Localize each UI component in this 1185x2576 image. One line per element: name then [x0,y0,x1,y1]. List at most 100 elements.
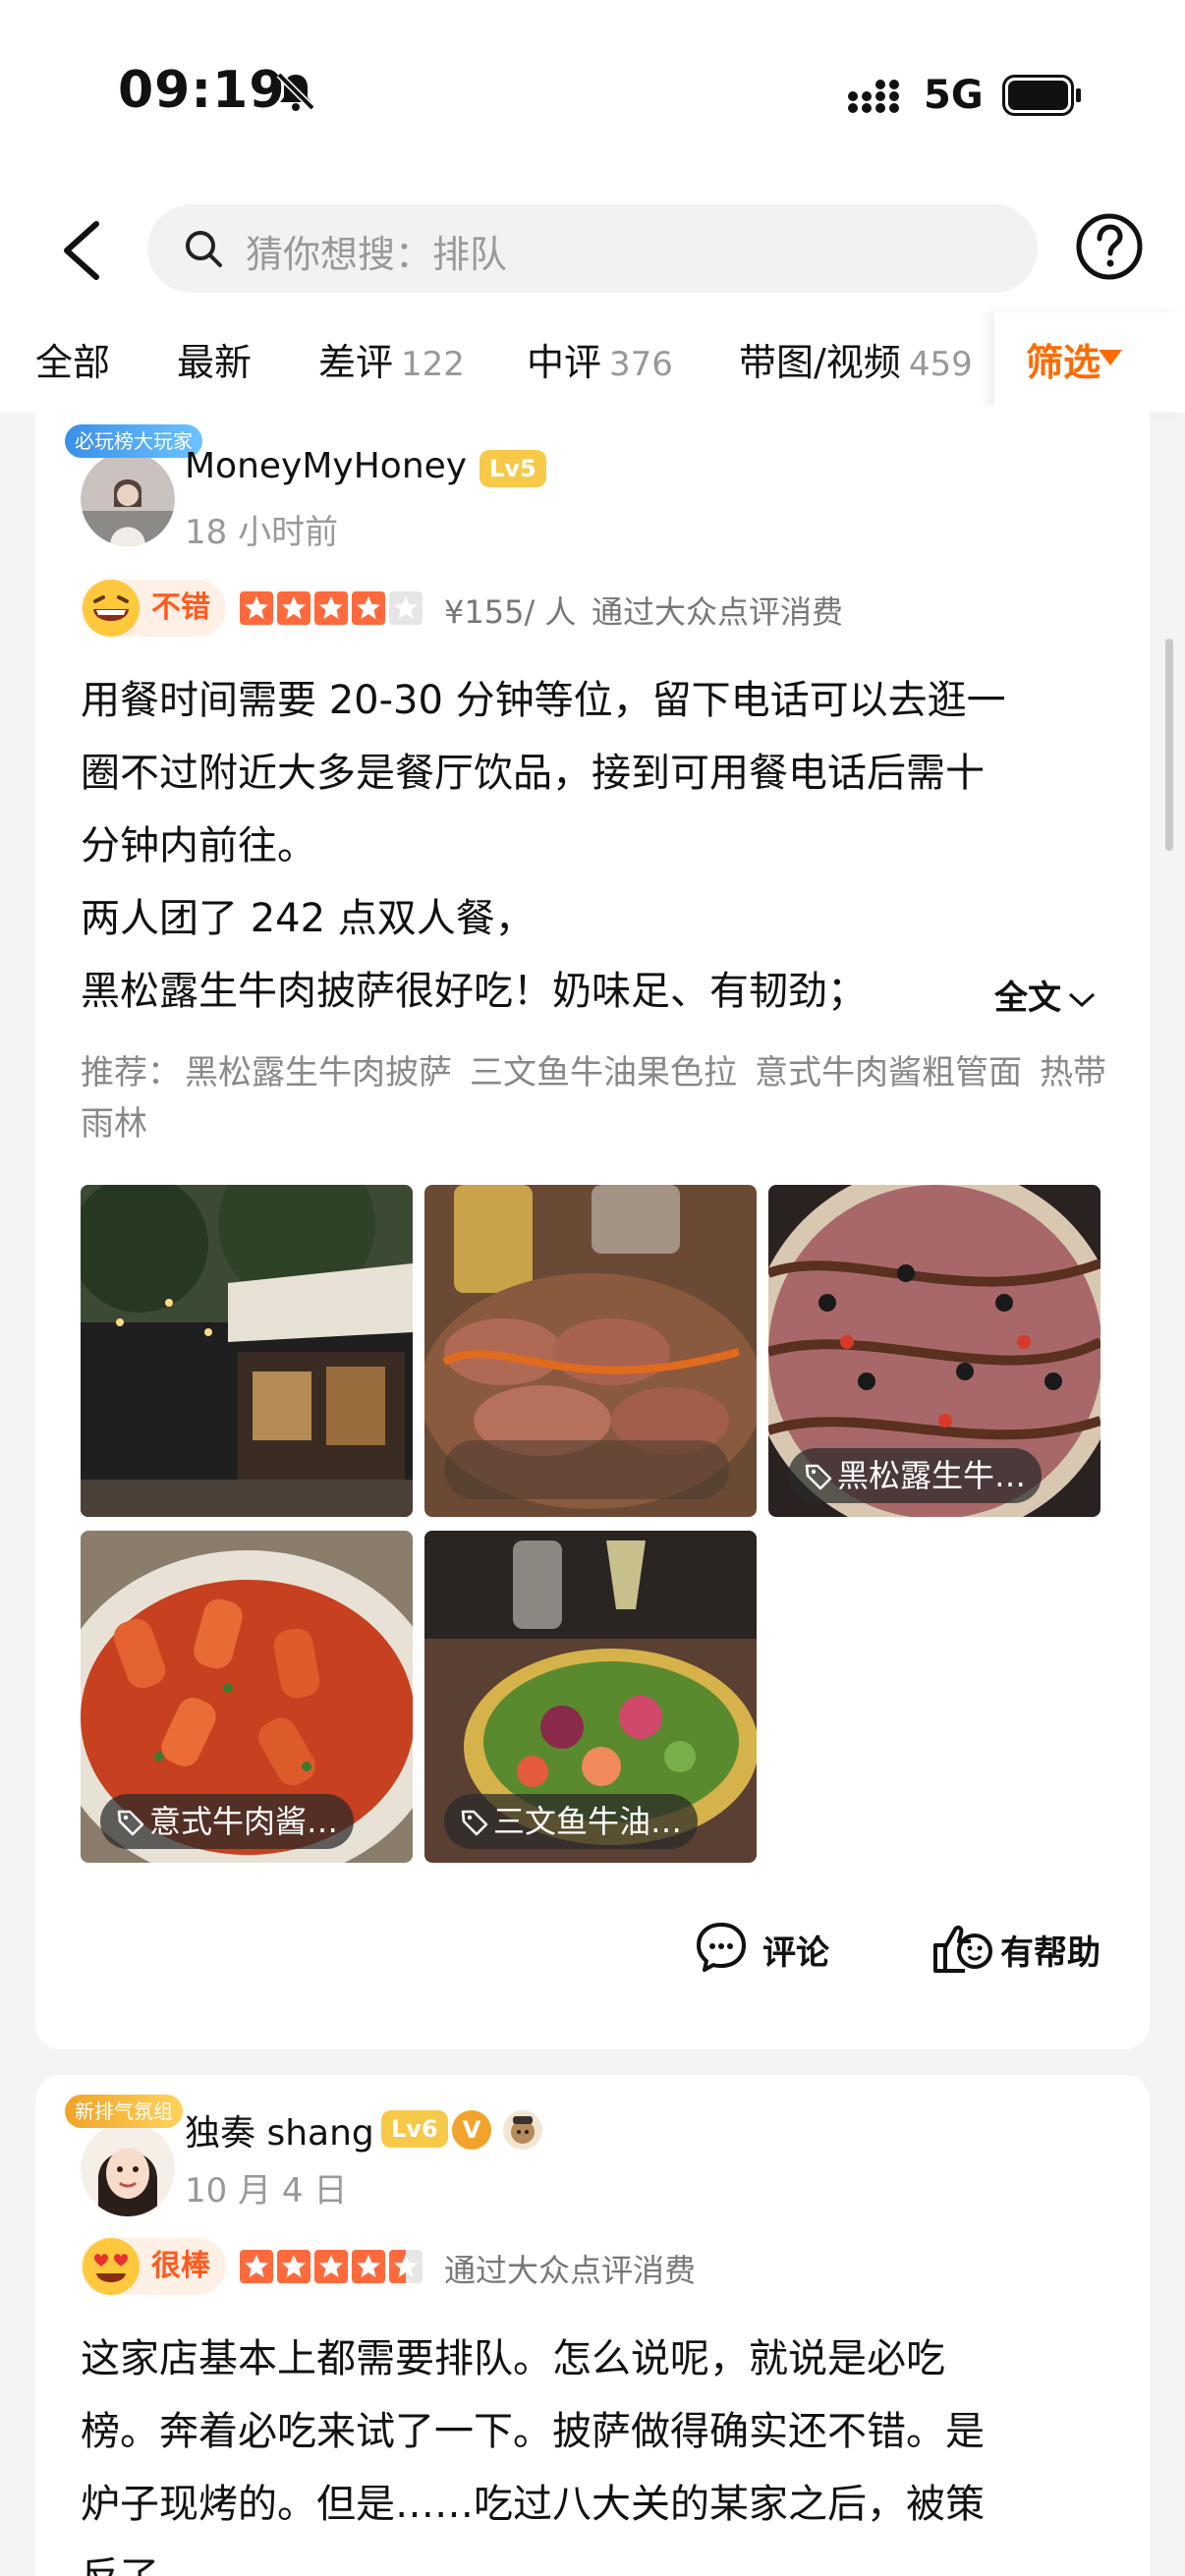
post-time: 18 小时前 [185,513,339,552]
review-filter-tabs: 全部 最新 差评 122 中评 376 带图/视频 459 筛选 [0,312,1185,411]
back-arrow-icon[interactable] [57,216,106,285]
status-bar: 09:19 5G [0,0,1185,187]
star-icon [314,2250,348,2283]
dish-tag[interactable]: 黑松露生牛… [788,1448,1043,1503]
review-photo[interactable] [424,1185,757,1517]
star-half-icon [389,2250,423,2283]
recommended-dishes: 推荐： 黑松露生牛肉披萨 三文鱼牛油果色拉 意式牛肉酱粗管面 热带雨林 [81,1047,1122,1149]
user-name[interactable]: MoneyMyHoney [185,446,467,486]
consumption-source: 通过大众点评消费 [592,593,844,631]
search-icon [186,231,222,267]
dish-tag[interactable]: 三文鱼牛油… [444,1794,699,1849]
top-bar: 09:19 5G 猜你想搜：排队 全部 最新 差评 122 中评 376 带图/… [0,0,1185,413]
review-photo[interactable] [81,1185,413,1517]
thumbs-up-face-icon [933,1925,992,1973]
star-icon [277,591,310,625]
avatar-badge: 必玩榜大玩家 [65,424,202,458]
dish-tag[interactable]: 意式牛肉酱… [100,1794,355,1849]
tab-label: 全部 [35,341,111,384]
tab-negative[interactable]: 差评 122 [318,332,465,386]
tab-with-media[interactable]: 带图/视频 459 [739,332,973,386]
search-input[interactable]: 猜你想搜：排队 [147,204,1038,293]
tab-neutral[interactable]: 中评 376 [527,332,673,386]
tab-latest[interactable]: 最新 [177,332,252,386]
review-text-line: 炉子现烤的。但是……吃过八大关的某家之后，被策 [81,2482,985,2527]
review-text-line: 用餐时间需要 20-30 分钟等位，留下电话可以去逛一 [81,678,1006,723]
recommended-dish[interactable]: 黑松露生牛肉披萨 [185,1053,452,1092]
search-row: 猜你想搜：排队 [0,196,1185,305]
tab-label: 差评 [318,341,394,384]
review-text[interactable]: 用餐时间需要 20-30 分钟等位，留下电话可以去逛一 圈不过附近大多是餐厅饮品… [81,664,1112,1028]
status-time: 09:19 [118,61,286,120]
star-rating [240,2250,426,2285]
dish-tag-text: 三文鱼牛油… [493,1803,683,1840]
helpful-button[interactable]: 有帮助 [931,1925,1128,1985]
cartoon-pendant-icon [503,2110,542,2150]
star-rating [240,591,426,627]
star-icon [277,2250,310,2283]
review-card: 新排气氛组 独奏 shang Lv6 V 10 月 4 日 很棒 通过大众点评消… [35,2075,1150,2576]
caret-down-icon [1099,350,1122,365]
review-photo[interactable]: 意式牛肉酱… [81,1531,413,1863]
network-type: 5G [924,73,984,118]
avatar-badge-text: 新排气氛组 [75,2100,173,2123]
filter-label: 筛选 [1026,341,1101,384]
tag-icon [461,1810,488,1836]
expand-full-text-button[interactable]: 全文 [994,971,1097,1019]
avatar[interactable] [81,2122,175,2216]
review-text-line: 圈不过附近大多是餐厅饮品，接到可用餐电话后需十 [81,751,985,796]
mood-text: 很棒 [151,2249,210,2283]
recommended-dish[interactable]: 三文鱼牛油果色拉 [470,1053,737,1092]
tab-count: 122 [401,345,465,384]
battery-icon [1002,75,1081,116]
star-icon [352,2250,385,2283]
review-text-line: 这家店基本上都需要排队。怎么说呢，就说是必吃 [81,2336,945,2381]
star-icon [240,591,273,625]
cellular-signal-icon [848,80,899,113]
mood-badge: 很棒 [81,2238,226,2295]
avatar[interactable] [81,452,175,546]
chevron-down-icon [1068,992,1096,1007]
recommend-label: 推荐： [81,1053,181,1092]
dish-tag-text: 黑松露生牛… [837,1457,1027,1494]
review-card: 必玩榜大玩家 MoneyMyHoney Lv5 18 小时前 不错 ¥155/ … [35,407,1150,2049]
review-text[interactable]: 这家店基本上都需要排队。怎么说呢，就说是必吃 榜。奔着必吃来试了一下。披萨做得确… [81,2323,1112,2576]
avatar-badge: 新排气氛组 [65,2095,183,2128]
heart-eyes-face-icon [83,2238,140,2295]
filter-button[interactable]: 筛选 [994,312,1185,411]
star-icon [352,591,385,625]
post-time: 10 月 4 日 [185,2171,348,2211]
review-text-line: 两人团了 242 点双人餐， [81,896,535,941]
tab-count: 376 [609,345,673,384]
level-badge: Lv5 [480,450,546,487]
user-name[interactable]: 独奏 shang [185,2104,374,2156]
helpful-label: 有帮助 [1000,1933,1100,1973]
comment-icon [697,1923,746,1972]
steak-dish-image [424,1185,757,1517]
comment-button[interactable]: 评论 [694,1923,871,1985]
tab-count: 459 [908,345,973,384]
scrollbar[interactable] [1165,639,1173,851]
avatar-badge-text: 必玩榜大玩家 [75,429,193,453]
mood-badge: 不错 [81,580,226,637]
tab-label: 最新 [177,341,253,384]
tab-all[interactable]: 全部 [35,332,110,386]
tab-label: 中评 [527,341,602,384]
consumption-source: 通过大众点评消费 [444,2252,697,2289]
comment-label: 评论 [762,1933,829,1973]
search-placeholder: 猜你想搜：排队 [246,233,508,276]
star-icon [314,591,348,625]
help-icon[interactable] [1075,212,1144,281]
star-icon [240,2250,273,2283]
restaurant-exterior-image [81,1185,413,1517]
tab-label: 带图/视频 [739,341,901,384]
star-empty-icon [389,591,423,625]
recommended-dish[interactable]: 意式牛肉酱粗管面 [755,1053,1022,1092]
review-text-line: 榜。奔着必吃来试了一下。披萨做得确实还不错。是 [81,2409,985,2454]
review-photo[interactable]: 三文鱼牛油… [424,1531,757,1863]
review-photo[interactable]: 黑松露生牛… [768,1185,1100,1517]
tag-icon [117,1810,144,1836]
dish-tag-text: 意式牛肉酱… [149,1803,339,1840]
review-text-line: 黑松露生牛肉披萨很好吃！奶味足、有韧劲； [81,969,867,1014]
laughing-face-icon [83,580,140,637]
